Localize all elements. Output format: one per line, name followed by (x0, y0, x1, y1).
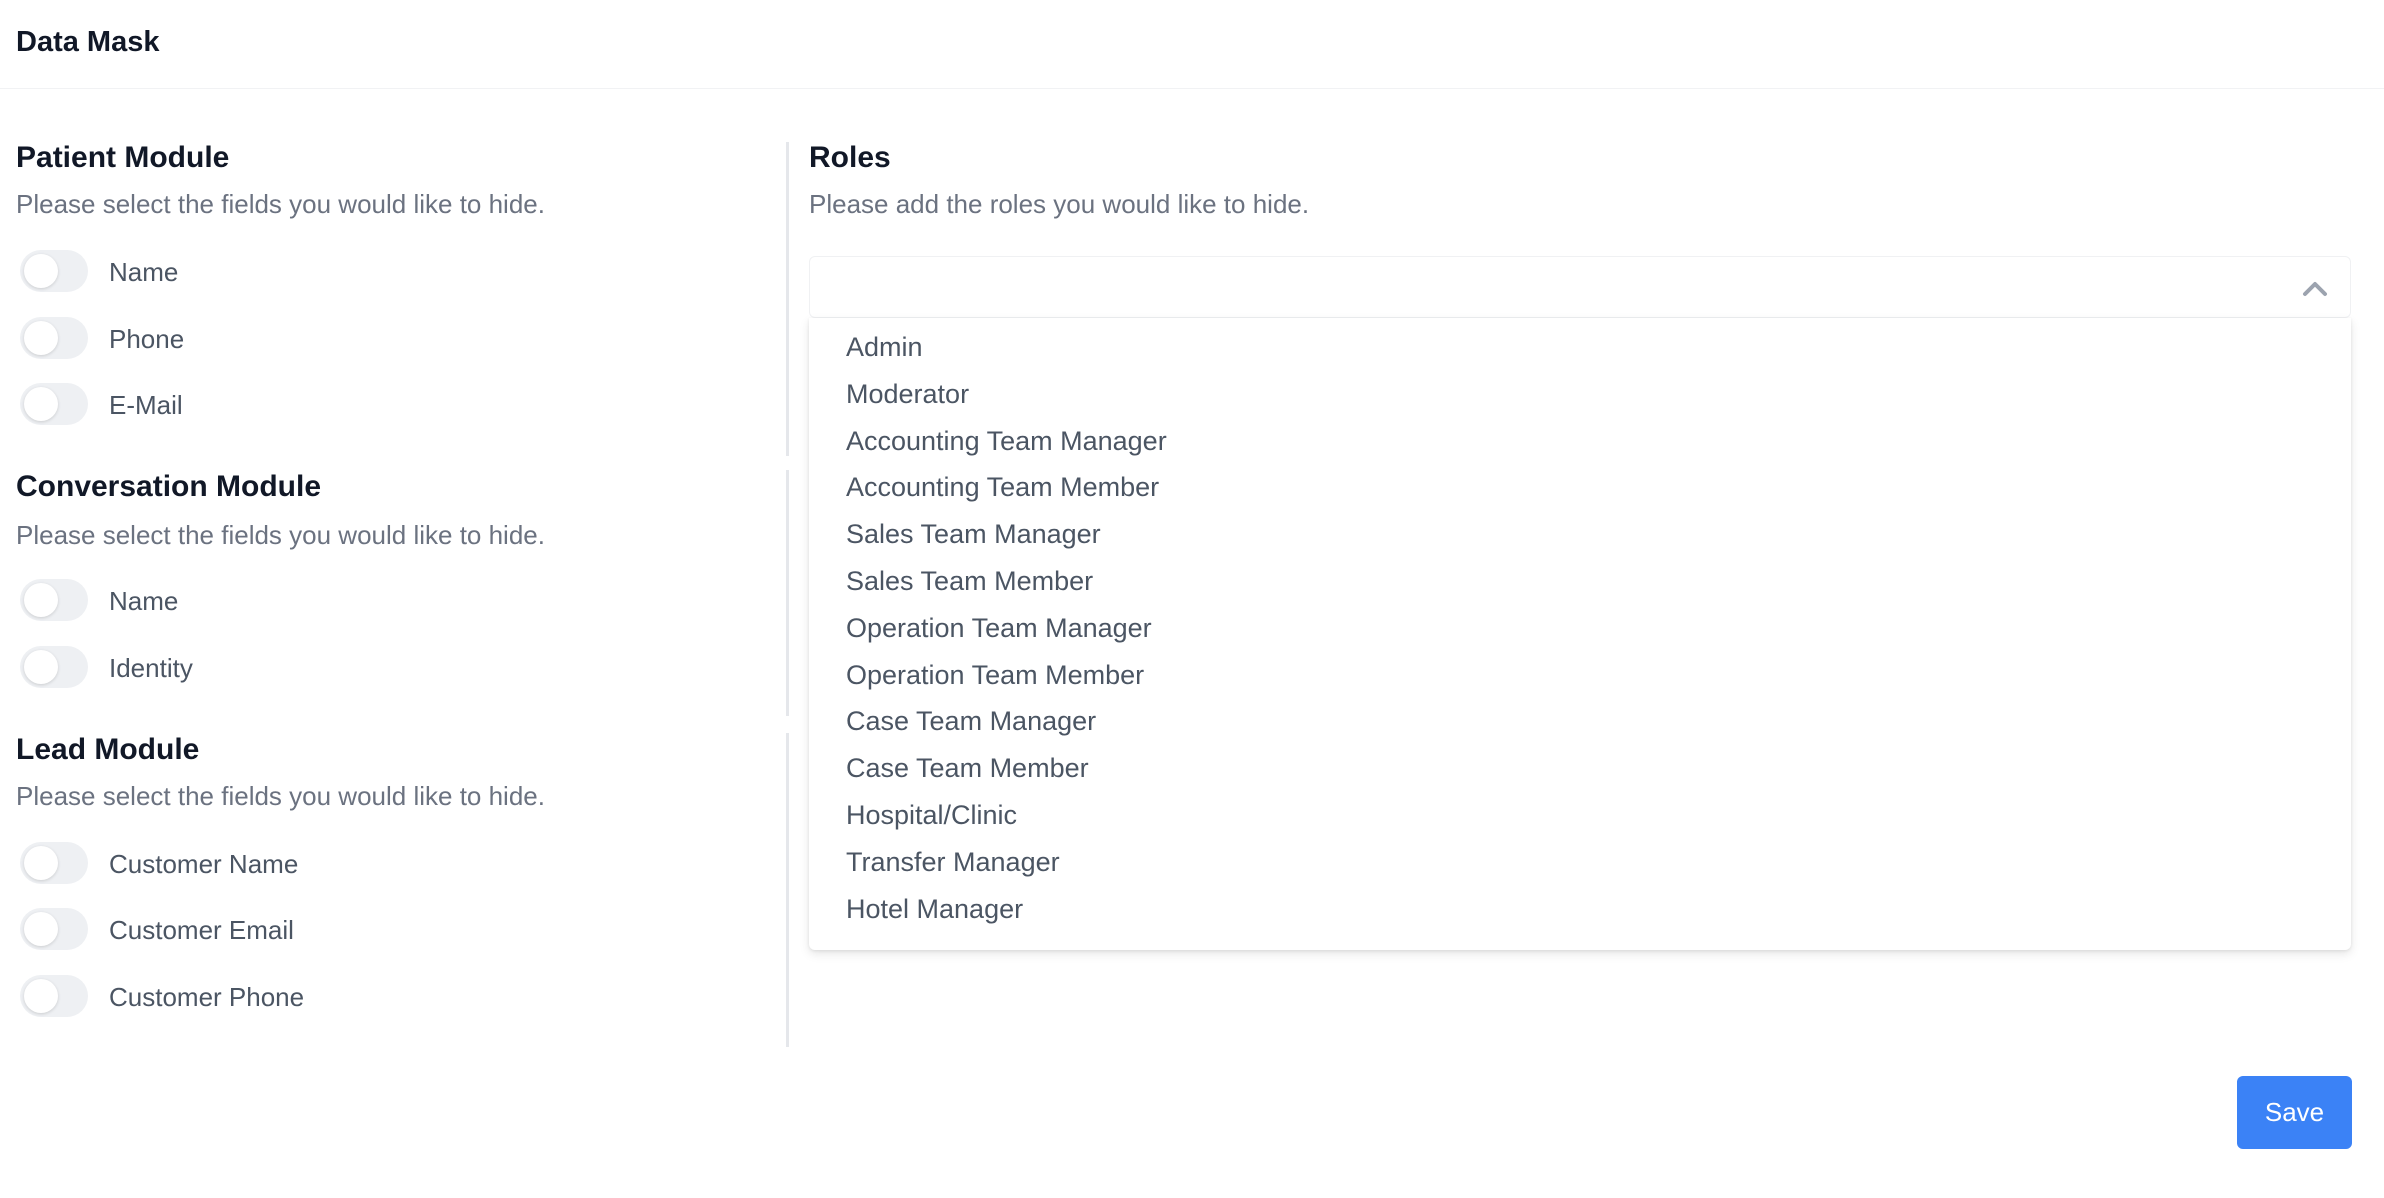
section-description: Please select the fields you would like … (16, 781, 545, 811)
role-option-transfer-manager[interactable]: Transfer Manager (809, 839, 2351, 886)
toggle-label: Customer Phone (109, 982, 305, 1012)
toggle-row-patient-email: E-Mail (16, 383, 616, 427)
role-option-case-team-manager[interactable]: Case Team Manager (809, 698, 2351, 745)
save-button[interactable]: Save (2237, 1076, 2352, 1149)
role-option-hotel-manager[interactable]: Hotel Manager (809, 886, 2351, 933)
toggle-knob (24, 912, 58, 946)
toggle-row-customer-name: Customer Name (16, 842, 616, 886)
patient-phone-toggle[interactable] (20, 317, 88, 359)
toggle-row-customer-email: Customer Email (16, 908, 616, 952)
roles-description: Please add the roles you would like to h… (809, 189, 1310, 219)
page-title: Data Mask (16, 26, 160, 58)
role-option-operation-team-member[interactable]: Operation Team Member (809, 652, 2351, 699)
role-option-sales-team-member[interactable]: Sales Team Member (809, 558, 2351, 605)
toggle-label: E-Mail (109, 390, 183, 420)
column-divider (786, 142, 789, 456)
role-option-accounting-team-member[interactable]: Accounting Team Member (809, 464, 2351, 511)
patient-name-toggle[interactable] (20, 250, 88, 292)
section-description: Please select the fields you would like … (16, 189, 545, 219)
toggle-knob (24, 979, 58, 1013)
role-option-sales-team-manager[interactable]: Sales Team Manager (809, 511, 2351, 558)
conversation-name-toggle[interactable] (20, 579, 88, 621)
toggle-knob (24, 846, 58, 880)
column-divider (786, 470, 789, 716)
toggle-label: Customer Name (109, 849, 299, 879)
toggle-knob (24, 650, 58, 684)
role-option-accounting-team-manager[interactable]: Accounting Team Manager (809, 418, 2351, 465)
conversation-identity-toggle[interactable] (20, 646, 88, 688)
customer-email-toggle[interactable] (20, 908, 88, 950)
patient-email-toggle[interactable] (20, 383, 88, 425)
toggle-row-patient-phone: Phone (16, 317, 616, 361)
roles-title: Roles (809, 141, 891, 174)
role-option-moderator[interactable]: Moderator (809, 371, 2351, 418)
roles-select[interactable] (809, 256, 2351, 318)
toggle-label: Customer Email (109, 915, 294, 945)
customer-phone-toggle[interactable] (20, 975, 88, 1017)
customer-name-toggle[interactable] (20, 842, 88, 884)
toggle-knob (24, 583, 58, 617)
toggle-knob (24, 321, 58, 355)
role-option-case-team-member[interactable]: Case Team Member (809, 745, 2351, 792)
chevron-up-icon[interactable] (2302, 277, 2328, 299)
section-title: Patient Module (16, 141, 230, 174)
page-header: Data Mask (0, 0, 2384, 89)
role-option-operation-team-manager[interactable]: Operation Team Manager (809, 605, 2351, 652)
toggle-knob (24, 387, 58, 421)
toggle-label: Phone (109, 324, 185, 354)
toggle-row-customer-phone: Customer Phone (16, 975, 616, 1019)
role-option-admin[interactable]: Admin (809, 324, 2351, 371)
column-divider (786, 733, 789, 1047)
toggle-row-patient-name: Name (16, 250, 616, 294)
section-title: Conversation Module (16, 470, 322, 503)
role-option-hospital-clinic[interactable]: Hospital/Clinic (809, 792, 2351, 839)
toggle-knob (24, 254, 58, 288)
section-title: Lead Module (16, 733, 200, 766)
section-description: Please select the fields you would like … (16, 520, 545, 550)
toggle-label: Identity (109, 653, 193, 683)
toggle-row-conversation-identity: Identity (16, 646, 616, 690)
toggle-row-conversation-name: Name (16, 579, 616, 623)
roles-dropdown-menu: Admin Moderator Accounting Team Manager … (809, 318, 2351, 950)
toggle-label: Name (109, 257, 179, 287)
toggle-label: Name (109, 586, 179, 616)
